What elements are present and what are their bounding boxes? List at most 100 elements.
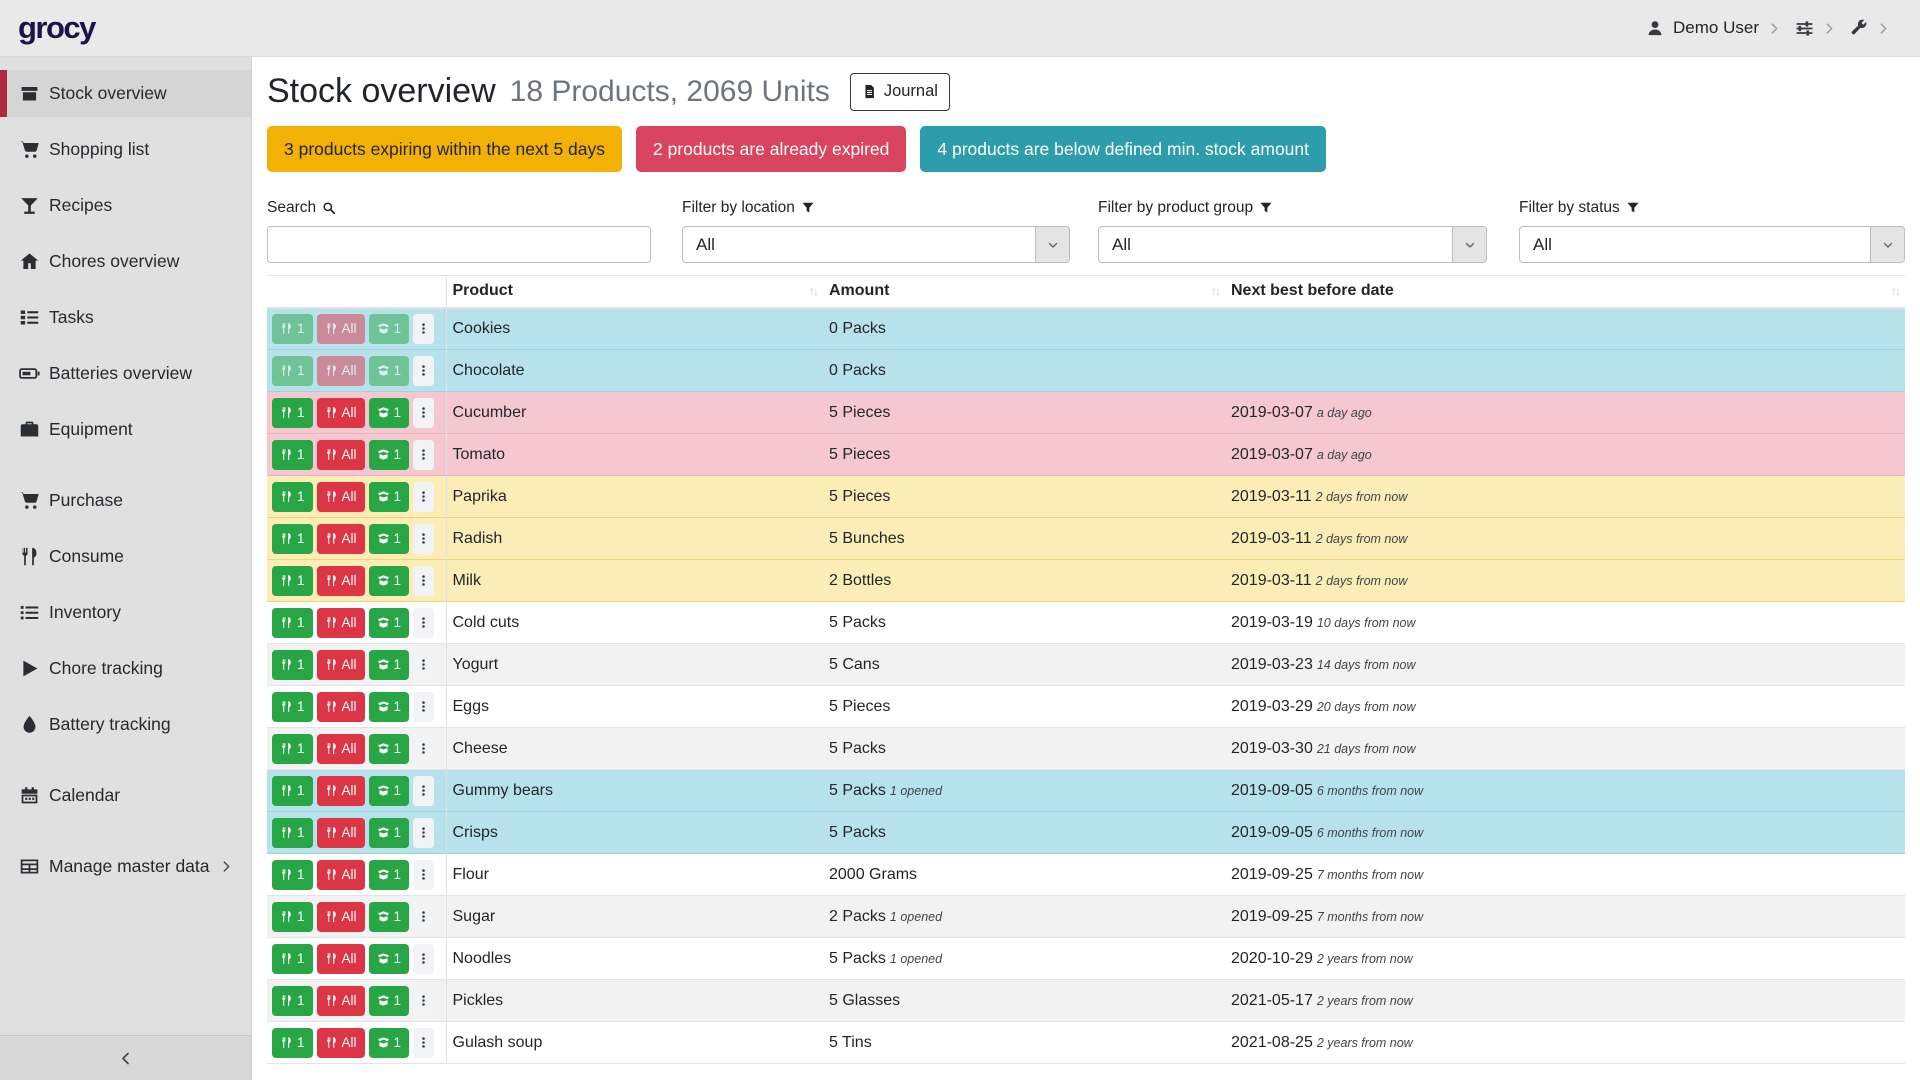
consume-all-button[interactable]: All bbox=[317, 860, 365, 890]
consume-one-button[interactable]: 1 bbox=[272, 986, 313, 1016]
sidebar-item-purchase[interactable]: Purchase bbox=[0, 477, 251, 524]
consume-all-button[interactable]: All bbox=[317, 734, 365, 764]
consume-one-button[interactable]: 1 bbox=[272, 524, 313, 554]
consume-all-button[interactable]: All bbox=[317, 524, 365, 554]
open-one-button[interactable]: 1 bbox=[369, 482, 410, 512]
consume-one-button[interactable]: 1 bbox=[272, 482, 313, 512]
consume-all-button[interactable]: All bbox=[317, 440, 365, 470]
consume-all-button[interactable]: All bbox=[317, 986, 365, 1016]
open-one-button[interactable]: 1 bbox=[369, 650, 410, 680]
consume-one-button[interactable]: 1 bbox=[272, 314, 313, 344]
amount-column-header[interactable]: Amount ↑↓ bbox=[823, 276, 1225, 308]
open-one-button[interactable]: 1 bbox=[369, 398, 410, 428]
row-menu-button[interactable] bbox=[413, 566, 434, 596]
sidebar-item-shopping-list[interactable]: Shopping list bbox=[0, 126, 251, 173]
row-menu-button[interactable] bbox=[413, 440, 434, 470]
sidebar-item-chores-overview[interactable]: Chores overview bbox=[0, 238, 251, 285]
below-min-stock-alert-badge[interactable]: 4 products are below defined min. stock … bbox=[920, 126, 1326, 172]
row-menu-button[interactable] bbox=[413, 860, 434, 890]
open-one-button[interactable]: 1 bbox=[369, 860, 410, 890]
row-menu-button[interactable] bbox=[413, 650, 434, 680]
open-one-button[interactable]: 1 bbox=[369, 524, 410, 554]
grocy-logo[interactable]: grocy bbox=[18, 10, 95, 46]
consume-all-button[interactable]: All bbox=[317, 818, 365, 848]
row-menu-button[interactable] bbox=[413, 944, 434, 974]
consume-all-button[interactable]: All bbox=[317, 692, 365, 722]
consume-all-button[interactable]: All bbox=[317, 944, 365, 974]
user-menu[interactable]: Demo User bbox=[1642, 12, 1785, 44]
expiring-alert-badge[interactable]: 3 products expiring within the next 5 da… bbox=[267, 126, 622, 172]
open-one-button[interactable]: 1 bbox=[369, 776, 410, 806]
consume-all-button[interactable]: All bbox=[317, 314, 365, 344]
status-filter-select[interactable]: All bbox=[1519, 226, 1905, 263]
location-filter-select[interactable]: All bbox=[682, 226, 1070, 263]
row-menu-button[interactable] bbox=[413, 818, 434, 848]
consume-one-button[interactable]: 1 bbox=[272, 944, 313, 974]
sidebar-item-manage-master-data[interactable]: Manage master data bbox=[0, 843, 251, 890]
sidebar-item-equipment[interactable]: Equipment bbox=[0, 406, 251, 453]
row-menu-button[interactable] bbox=[413, 524, 434, 554]
consume-one-button[interactable]: 1 bbox=[272, 776, 313, 806]
consume-all-button[interactable]: All bbox=[317, 1028, 365, 1058]
sidebar-item-recipes[interactable]: Recipes bbox=[0, 182, 251, 229]
open-one-button[interactable]: 1 bbox=[369, 1028, 410, 1058]
sidebar-item-batteries-overview[interactable]: Batteries overview bbox=[0, 350, 251, 397]
best-before-column-header[interactable]: Next best before date ↑↓ bbox=[1225, 276, 1905, 308]
row-menu-button[interactable] bbox=[413, 902, 434, 932]
consume-all-button[interactable]: All bbox=[317, 482, 365, 512]
consume-all-button[interactable]: All bbox=[317, 356, 365, 386]
search-input[interactable] bbox=[267, 226, 651, 263]
row-menu-button[interactable] bbox=[413, 398, 434, 428]
open-one-button[interactable]: 1 bbox=[369, 734, 410, 764]
open-one-button[interactable]: 1 bbox=[369, 902, 410, 932]
sidebar-item-consume[interactable]: Consume bbox=[0, 533, 251, 580]
open-one-button[interactable]: 1 bbox=[369, 440, 410, 470]
consume-one-button[interactable]: 1 bbox=[272, 1028, 313, 1058]
consume-one-button[interactable]: 1 bbox=[272, 734, 313, 764]
product-column-header[interactable]: Product ↑↓ bbox=[446, 276, 823, 308]
consume-all-button[interactable]: All bbox=[317, 566, 365, 596]
row-menu-button[interactable] bbox=[413, 482, 434, 512]
settings-menu[interactable] bbox=[1791, 13, 1840, 44]
open-one-button[interactable]: 1 bbox=[369, 566, 410, 596]
row-menu-button[interactable] bbox=[413, 692, 434, 722]
row-menu-button[interactable] bbox=[413, 1028, 434, 1058]
consume-all-button[interactable]: All bbox=[317, 776, 365, 806]
row-menu-button[interactable] bbox=[413, 314, 434, 344]
consume-all-button[interactable]: All bbox=[317, 398, 365, 428]
sidebar-item-chore-tracking[interactable]: Chore tracking bbox=[0, 645, 251, 692]
open-one-button[interactable]: 1 bbox=[369, 356, 410, 386]
sidebar-item-stock-overview[interactable]: Stock overview bbox=[0, 70, 251, 117]
product-group-filter-select[interactable]: All bbox=[1098, 226, 1487, 263]
row-menu-button[interactable] bbox=[413, 734, 434, 764]
row-menu-button[interactable] bbox=[413, 986, 434, 1016]
consume-one-button[interactable]: 1 bbox=[272, 440, 313, 470]
row-menu-button[interactable] bbox=[413, 776, 434, 806]
consume-one-button[interactable]: 1 bbox=[272, 860, 313, 890]
expired-alert-badge[interactable]: 2 products are already expired bbox=[636, 126, 906, 172]
sidebar-item-battery-tracking[interactable]: Battery tracking bbox=[0, 701, 251, 748]
row-menu-button[interactable] bbox=[413, 356, 434, 386]
row-menu-button[interactable] bbox=[413, 608, 434, 638]
consume-one-button[interactable]: 1 bbox=[272, 608, 313, 638]
journal-button[interactable]: Journal bbox=[850, 73, 950, 111]
open-one-button[interactable]: 1 bbox=[369, 944, 410, 974]
consume-all-button[interactable]: All bbox=[317, 902, 365, 932]
consume-one-button[interactable]: 1 bbox=[272, 650, 313, 680]
open-one-button[interactable]: 1 bbox=[369, 314, 410, 344]
consume-one-button[interactable]: 1 bbox=[272, 398, 313, 428]
consume-all-button[interactable]: All bbox=[317, 608, 365, 638]
open-one-button[interactable]: 1 bbox=[369, 692, 410, 722]
consume-one-button[interactable]: 1 bbox=[272, 902, 313, 932]
sidebar-item-tasks[interactable]: Tasks bbox=[0, 294, 251, 341]
open-one-button[interactable]: 1 bbox=[369, 986, 410, 1016]
open-one-button[interactable]: 1 bbox=[369, 608, 410, 638]
open-one-button[interactable]: 1 bbox=[369, 818, 410, 848]
consume-all-button[interactable]: All bbox=[317, 650, 365, 680]
sidebar-item-calendar[interactable]: Calendar bbox=[0, 772, 251, 819]
admin-menu[interactable] bbox=[1846, 13, 1894, 43]
sidebar-collapse-button[interactable] bbox=[0, 1035, 251, 1080]
consume-one-button[interactable]: 1 bbox=[272, 566, 313, 596]
consume-one-button[interactable]: 1 bbox=[272, 818, 313, 848]
sidebar-item-inventory[interactable]: Inventory bbox=[0, 589, 251, 636]
